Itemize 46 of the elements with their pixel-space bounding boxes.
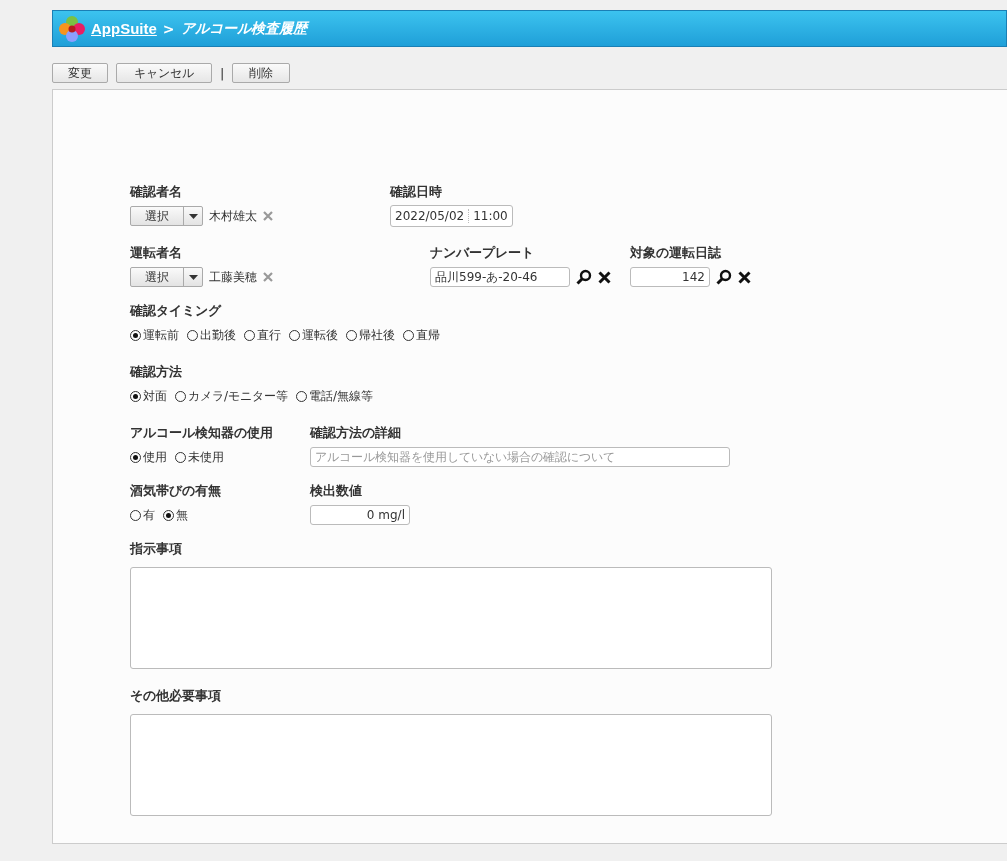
radio-label[interactable]: 直帰 — [416, 326, 440, 344]
breadcrumb-separator: > — [162, 20, 175, 37]
person-name: 木村雄太 — [209, 207, 257, 225]
edit-button[interactable]: 変更 — [52, 63, 108, 83]
field-label: 確認方法の詳細 — [310, 424, 402, 441]
caret-icon — [188, 213, 198, 219]
caret-icon — [188, 274, 198, 280]
radio-label[interactable]: 使用 — [143, 448, 167, 466]
select-button[interactable]: 選択 — [130, 267, 203, 287]
search-icon[interactable] — [576, 269, 592, 285]
radio-label[interactable]: 運転後 — [302, 326, 338, 344]
field-label: その他必要事項 — [130, 687, 222, 704]
plate-field[interactable]: 品川599-あ-20-46 — [430, 267, 570, 287]
radio-label[interactable]: 直行 — [257, 326, 281, 344]
radio-label[interactable]: 出勤後 — [200, 326, 236, 344]
log-field[interactable]: 142 — [630, 267, 710, 287]
field-label: 指示事項 — [130, 540, 183, 557]
toolbar-separator: | — [220, 65, 225, 81]
clear-icon[interactable] — [598, 270, 611, 284]
person-name: 工藤美穂 — [209, 268, 257, 286]
field-label: アルコール検知器の使用 — [130, 424, 274, 441]
reading-field[interactable]: 0 mg/l — [310, 505, 410, 525]
field-label: 確認方法 — [130, 363, 183, 380]
field-label: 確認日時 — [390, 183, 443, 200]
radio-label[interactable]: 対面 — [143, 387, 167, 405]
delete-button[interactable]: 削除 — [232, 63, 291, 83]
field-label: 確認者名 — [130, 183, 183, 200]
field-label: 運転者名 — [130, 244, 183, 261]
radio-label[interactable]: 無 — [176, 506, 188, 524]
field-label: ナンバープレート — [430, 244, 535, 261]
logo-icon — [59, 15, 85, 42]
select-button[interactable]: 選択 — [130, 206, 203, 226]
cancel-button[interactable]: キャンセル — [116, 63, 212, 83]
clear-icon[interactable] — [738, 270, 751, 284]
radio-label[interactable]: カメラ/モニター等 — [188, 387, 289, 405]
radio-label[interactable]: 有 — [143, 506, 155, 524]
radio-label[interactable]: 帰社後 — [359, 326, 395, 344]
datetime-field[interactable]: 2022/05/02 11:00 — [390, 205, 513, 227]
field-label: 酒気帯びの有無 — [130, 482, 222, 499]
search-icon[interactable] — [716, 269, 732, 285]
field-label: 確認タイミング — [130, 302, 223, 319]
radio-label[interactable]: 運転前 — [143, 326, 179, 344]
field-label: 対象の運転日誌 — [630, 244, 722, 261]
radio-label[interactable]: 未使用 — [188, 448, 224, 466]
radio-label[interactable]: 電話/無線等 — [309, 387, 374, 405]
field-label: 検出数値 — [310, 482, 363, 499]
